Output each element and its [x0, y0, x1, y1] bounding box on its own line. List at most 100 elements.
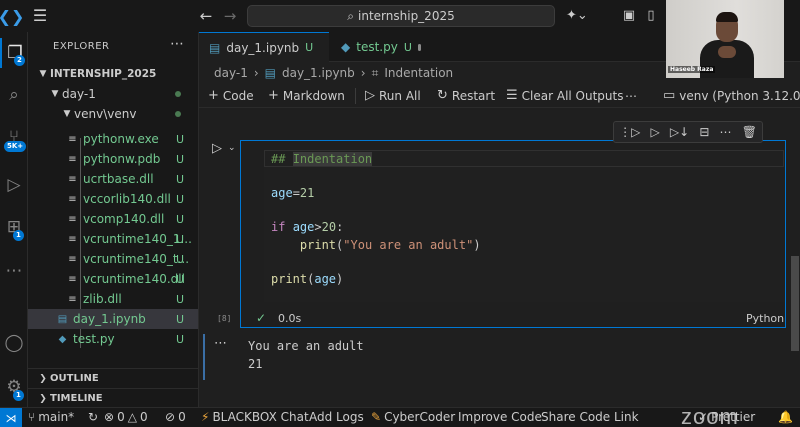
list-item[interactable]: ≡ vccorlib140.dll U	[28, 189, 198, 209]
code-line: ## Indentation	[271, 152, 373, 166]
clear-all-outputs-button[interactable]: ☰ Clear All Outputs	[506, 88, 623, 103]
git-status: U	[176, 252, 185, 266]
layout-sidebar-icon[interactable]: ▯	[642, 6, 660, 26]
file-label: vccorlib140.dll	[83, 192, 171, 206]
manage-gear-icon[interactable]: ⚙ 1	[0, 372, 28, 402]
breadcrumb-folder[interactable]: day-1	[214, 66, 248, 80]
notifications-icon[interactable]: 🔔	[778, 410, 793, 424]
search-view-icon[interactable]: ⌕	[0, 80, 28, 110]
editor-scrollbar[interactable]	[791, 256, 799, 351]
chevron-down-icon[interactable]: ⌄	[228, 143, 236, 153]
tree-folder-venv[interactable]: ▼ venv\venv	[28, 104, 198, 124]
cybercoder-button[interactable]: ✎ CyberCoder	[371, 410, 455, 424]
file-label: vcomp140.dll	[83, 212, 165, 226]
blackbox-chat-button[interactable]: ⚡ BLACKBOX Chat	[201, 410, 309, 424]
list-item[interactable]: ≡ ucrtbase.dll U	[28, 169, 198, 189]
run-cell-icon[interactable]: ▷	[212, 141, 222, 156]
unsaved-dot[interactable]	[417, 43, 421, 51]
breadcrumb-section[interactable]: Indentation	[384, 66, 453, 80]
more-cell-actions-icon[interactable]: ⋯	[720, 125, 732, 139]
file-label: vcruntime140_t...	[83, 252, 190, 266]
menu-icon[interactable]: ☰	[30, 6, 50, 26]
run-all-button[interactable]: ▷ Run All	[365, 88, 421, 103]
file-label: zlib.dll	[83, 292, 122, 306]
output-more-icon[interactable]: ⋯	[214, 336, 227, 351]
add-markdown-cell-button[interactable]: + Markdown	[268, 88, 345, 103]
notebook-toolbar: + Code + Markdown ▷ Run All ↻ Restart ☰ …	[199, 84, 800, 108]
list-item[interactable]: ≡ zlib.dll U	[28, 289, 198, 309]
share-code-link-button[interactable]: Share Code Link	[541, 410, 639, 424]
output-line: 21	[248, 357, 263, 371]
code-line: if age>20:	[271, 220, 343, 234]
delete-cell-icon[interactable]: 🗑	[742, 125, 757, 139]
sidebar-item-testpy[interactable]: ◆ test.py U	[28, 329, 198, 349]
ports-indicator[interactable]: ⊘ 0	[165, 410, 186, 424]
tab-status: U	[305, 41, 314, 54]
list-item[interactable]: ≡ pythonw.exe U	[28, 129, 198, 149]
sync-icon[interactable]: ↻	[88, 410, 98, 424]
list-item[interactable]: ≡ pythonw.pdb U	[28, 149, 198, 169]
plus-icon: +	[208, 88, 219, 103]
tab-day1-ipynb[interactable]: ▤ day_1.ipynb U	[199, 32, 329, 62]
branch-indicator[interactable]: ⑂ main*	[28, 410, 74, 424]
run-below-icon[interactable]: ▷↓	[670, 125, 689, 139]
list-item[interactable]: ≡ vcomp140.dll U	[28, 209, 198, 229]
back-arrow-icon[interactable]: ←	[196, 6, 216, 26]
problems-indicator[interactable]: ⊗ 0 △ 0	[104, 410, 148, 424]
list-item[interactable]: ≡ vcruntime140_1... U	[28, 229, 198, 249]
run-debug-icon[interactable]: ▷	[0, 170, 28, 200]
extensions-icon[interactable]: ⊞ 1	[0, 212, 28, 242]
source-control-icon[interactable]: ⑂ 5K+	[0, 122, 28, 152]
timeline-section[interactable]: ❯ TIMELINE	[28, 388, 198, 407]
modified-dot	[175, 91, 181, 97]
subfolder-label: venv\venv	[74, 107, 137, 121]
improve-code-button[interactable]: Improve Code	[458, 410, 542, 424]
list-item[interactable]: ≡ vcruntime140.dll U	[28, 269, 198, 289]
restart-button[interactable]: ↻ Restart	[437, 88, 495, 103]
layout-panel-icon[interactable]: ▣	[620, 6, 638, 26]
git-status: U	[176, 232, 185, 246]
add-code-cell-button[interactable]: + Code	[208, 88, 254, 103]
outline-section[interactable]: ❯ OUTLINE	[28, 368, 198, 388]
button-label: Code	[222, 88, 254, 103]
more-views-icon[interactable]: ⋯	[0, 256, 28, 286]
run-above-icon[interactable]: ⋮▷	[619, 125, 640, 139]
tree-root[interactable]: ▼ INTERNSHIP_2025	[28, 64, 198, 84]
chevron-right-icon: ›	[360, 66, 366, 80]
explorer-sidebar: EXPLORER ⋯ ▼ INTERNSHIP_2025 ▼ day-1 ▼ v…	[28, 32, 199, 407]
forward-arrow-icon[interactable]: →	[220, 6, 240, 26]
tab-label: day_1.ipynb	[226, 40, 300, 55]
code-token: :	[336, 220, 344, 234]
run-cell-and-below-icon[interactable]: ▷	[650, 125, 659, 139]
search-icon: ⌕	[347, 8, 355, 23]
cell-language[interactable]: Python	[746, 312, 784, 325]
code-token: age	[314, 272, 337, 286]
tree-folder-day1[interactable]: ▼ day-1	[28, 84, 198, 104]
kernel-picker[interactable]: ▭ venv (Python 3.12.0)	[663, 88, 800, 103]
explorer-more-icon[interactable]: ⋯	[170, 36, 184, 52]
button-label: Markdown	[282, 88, 345, 103]
status-bar: ⋊ ⑂ main* ↻ ⊗ 0 △ 0 ⊘ 0 ⚡ BLACKBOX Chat …	[0, 407, 800, 427]
explorer-icon[interactable]: ❐ 2	[0, 38, 28, 68]
warning-icon: △	[127, 410, 137, 424]
markdown-heading-icon: ⌗	[371, 65, 379, 80]
sidebar-item-notebook[interactable]: ▤ day_1.ipynb U	[28, 309, 198, 329]
kernel-icon: ▭	[663, 88, 676, 103]
breadcrumb-file[interactable]: day_1.ipynb	[282, 66, 355, 80]
chevron-down-icon: ▼	[63, 109, 71, 119]
accounts-icon[interactable]: ◯	[0, 328, 28, 358]
file-icon: ≡	[68, 293, 77, 305]
status-label: CyberCoder	[384, 410, 456, 424]
tab-test-py[interactable]: ◆ test.py U	[331, 32, 431, 62]
code-line: print("You are an adult")	[299, 238, 481, 252]
command-center-search[interactable]: ⌕ internship_2025	[247, 5, 555, 27]
split-cell-icon[interactable]: ⊟	[699, 125, 709, 139]
copilot-icon[interactable]: ✦⌄	[566, 6, 598, 26]
code-token: 20	[321, 220, 337, 234]
list-item[interactable]: ≡ vcruntime140_t... U	[28, 249, 198, 269]
vscode-logo-icon: ❮❯	[0, 6, 25, 26]
more-actions-icon[interactable]: ⋯	[625, 89, 637, 103]
outline-label: OUTLINE	[50, 373, 99, 384]
remote-icon[interactable]: ⋊	[0, 408, 22, 427]
add-logs-button[interactable]: Add Logs	[309, 410, 364, 424]
